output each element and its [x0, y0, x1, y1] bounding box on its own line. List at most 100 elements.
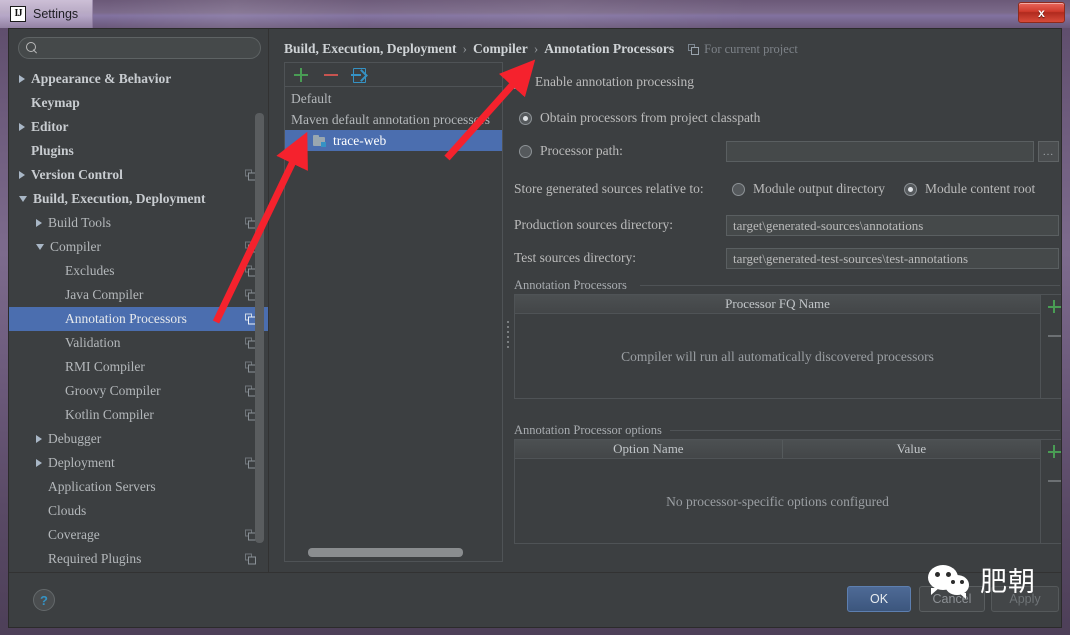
import-icon[interactable] — [351, 67, 366, 83]
sidebar-item-application-servers[interactable]: Application Servers — [9, 475, 268, 499]
sidebar-scrollbar-track[interactable] — [255, 69, 266, 567]
search-input[interactable] — [38, 41, 260, 55]
sidebar-item-label: Java Compiler — [65, 287, 144, 302]
options-group-title: Annotation Processor options — [514, 423, 668, 438]
processor-path-radio[interactable] — [519, 144, 532, 158]
cancel-button[interactable]: Cancel — [919, 586, 985, 612]
module-output-directory-radio[interactable] — [732, 182, 745, 196]
sidebar-item-clouds[interactable]: Clouds — [9, 499, 268, 523]
minus-icon[interactable] — [323, 67, 339, 83]
sidebar-item-groovy-compiler[interactable]: Groovy Compiler — [9, 379, 268, 403]
chevron-down-icon[interactable] — [36, 244, 44, 250]
processors-group-title: Annotation Processors — [514, 278, 633, 293]
processor-path-input[interactable] — [726, 141, 1034, 162]
chevron-right-icon[interactable] — [36, 219, 42, 227]
chevron-right-icon[interactable] — [19, 123, 25, 131]
module-content-root-row[interactable]: Module content root — [904, 181, 1035, 197]
sidebar-item-label: Excludes — [65, 263, 115, 278]
sidebar-scrollbar-thumb[interactable] — [255, 113, 264, 543]
sidebar-item-version-control[interactable]: Version Control — [9, 163, 268, 187]
test-sources-input[interactable]: target\generated-test-sources\test-annot… — [726, 248, 1059, 269]
processors-table: Processor FQ Name Compiler will run all … — [514, 294, 1041, 399]
sidebar-item-build-tools[interactable]: Build Tools — [9, 211, 268, 235]
obtain-from-classpath-radio[interactable] — [519, 111, 532, 125]
breadcrumb-part-2: Annotation Processors — [544, 41, 675, 56]
chevron-right-icon[interactable] — [19, 75, 25, 83]
options-add-button[interactable] — [1047, 444, 1062, 459]
settings-window: IJ Settings x Appearance & Behavior Keyma… — [0, 0, 1070, 635]
ok-button[interactable]: OK — [847, 586, 911, 612]
breadcrumb-part-0: Build, Execution, Deployment — [284, 41, 457, 56]
sidebar-item-appearance-behavior[interactable]: Appearance & Behavior — [9, 67, 268, 91]
options-remove-button[interactable] — [1047, 473, 1062, 488]
chevron-down-icon[interactable] — [19, 196, 27, 202]
panel-splitter[interactable] — [504, 312, 511, 357]
enable-annotation-processing-checkbox[interactable] — [514, 75, 527, 89]
sidebar-item-label: Validation — [65, 335, 121, 350]
processors-table-sidebar — [1041, 294, 1062, 399]
profiles-hscrollbar-thumb[interactable] — [308, 548, 463, 557]
sidebar-item-plugins[interactable]: Plugins — [9, 139, 268, 163]
store-relative-label: Store generated sources relative to: — [514, 181, 704, 196]
enable-annotation-processing-label: Enable annotation processing — [535, 74, 694, 89]
options-table-sidebar — [1041, 439, 1062, 544]
processor-path-row[interactable]: Processor path: — [519, 143, 623, 159]
enable-annotation-processing-row[interactable]: Enable annotation processing — [514, 74, 694, 90]
sidebar-item-build-execution-deployment[interactable]: Build, Execution, Deployment — [9, 187, 268, 211]
production-sources-input[interactable]: target\generated-sources\annotations — [726, 215, 1059, 236]
profile-list-item[interactable]: trace-web — [285, 130, 502, 151]
breadcrumb-separator-0: › — [462, 41, 468, 56]
sidebar-item-coverage[interactable]: Coverage — [9, 523, 268, 547]
search-box[interactable] — [18, 37, 261, 59]
profiles-toolbar — [285, 63, 502, 87]
sidebar-item-excludes[interactable]: Excludes — [9, 259, 268, 283]
production-sources-field-row: target\generated-sources\annotations — [726, 215, 1059, 236]
obtain-from-classpath-row[interactable]: Obtain processors from project classpath — [519, 110, 760, 126]
breadcrumb: Build, Execution, Deployment › Compiler … — [284, 41, 798, 57]
module-output-directory-row[interactable]: Module output directory — [732, 181, 885, 197]
settings-content-pane: Build, Execution, Deployment › Compiler … — [270, 29, 1061, 574]
module-output-directory-label: Module output directory — [753, 181, 885, 196]
sidebar-item-kotlin-compiler[interactable]: Kotlin Compiler — [9, 403, 268, 427]
processors-remove-button[interactable] — [1047, 328, 1062, 343]
help-button[interactable]: ? — [33, 589, 55, 611]
profile-list-item[interactable]: Maven default annotation processors — [285, 109, 502, 130]
sidebar-item-editor[interactable]: Editor — [9, 115, 268, 139]
sidebar-item-keymap[interactable]: Keymap — [9, 91, 268, 115]
sidebar-item-compiler[interactable]: Compiler — [9, 235, 268, 259]
production-sources-label: Production sources directory: — [514, 217, 673, 232]
chevron-right-icon[interactable] — [36, 459, 42, 467]
sidebar-item-rmi-compiler[interactable]: RMI Compiler — [9, 355, 268, 379]
sidebar-item-label: Annotation Processors — [65, 311, 187, 326]
apply-button[interactable]: Apply — [991, 586, 1059, 612]
sidebar-item-validation[interactable]: Validation — [9, 331, 268, 355]
plus-icon[interactable] — [293, 67, 309, 83]
chevron-right-icon[interactable] — [36, 435, 42, 443]
title-bar-tab-area: IJ Settings — [0, 0, 94, 28]
sidebar-item-debugger[interactable]: Debugger — [9, 427, 268, 451]
sidebar-item-label: Clouds — [48, 503, 87, 518]
chevron-right-icon[interactable] — [19, 171, 25, 179]
profile-list-item[interactable]: Default — [285, 88, 502, 109]
profiles-hscrollbar-track[interactable] — [286, 548, 501, 559]
sidebar-item-deployment[interactable]: Deployment — [9, 451, 268, 475]
copy-icon — [245, 553, 256, 565]
sidebar-item-label: RMI Compiler — [65, 359, 145, 374]
module-content-root-label: Module content root — [925, 181, 1036, 196]
obtain-from-classpath-label: Obtain processors from project classpath — [540, 110, 761, 125]
processor-path-browse-button[interactable]: … — [1038, 141, 1059, 162]
module-content-root-radio[interactable] — [904, 182, 917, 196]
settings-tree: Appearance & Behavior Keymap Editor Plugins… — [9, 67, 268, 567]
sidebar-item-annotation-processors[interactable]: Annotation Processors — [9, 307, 268, 331]
window-title-tab: IJ Settings — [0, 0, 94, 28]
sidebar-item-label: Build, Execution, Deployment — [33, 191, 206, 206]
sidebar-item-label: Coverage — [48, 527, 100, 542]
sidebar-item-java-compiler[interactable]: Java Compiler — [9, 283, 268, 307]
sidebar-item-required-plugins[interactable]: Required Plugins — [9, 547, 268, 567]
processors-add-button[interactable] — [1047, 299, 1062, 314]
close-button[interactable]: x — [1018, 2, 1065, 23]
